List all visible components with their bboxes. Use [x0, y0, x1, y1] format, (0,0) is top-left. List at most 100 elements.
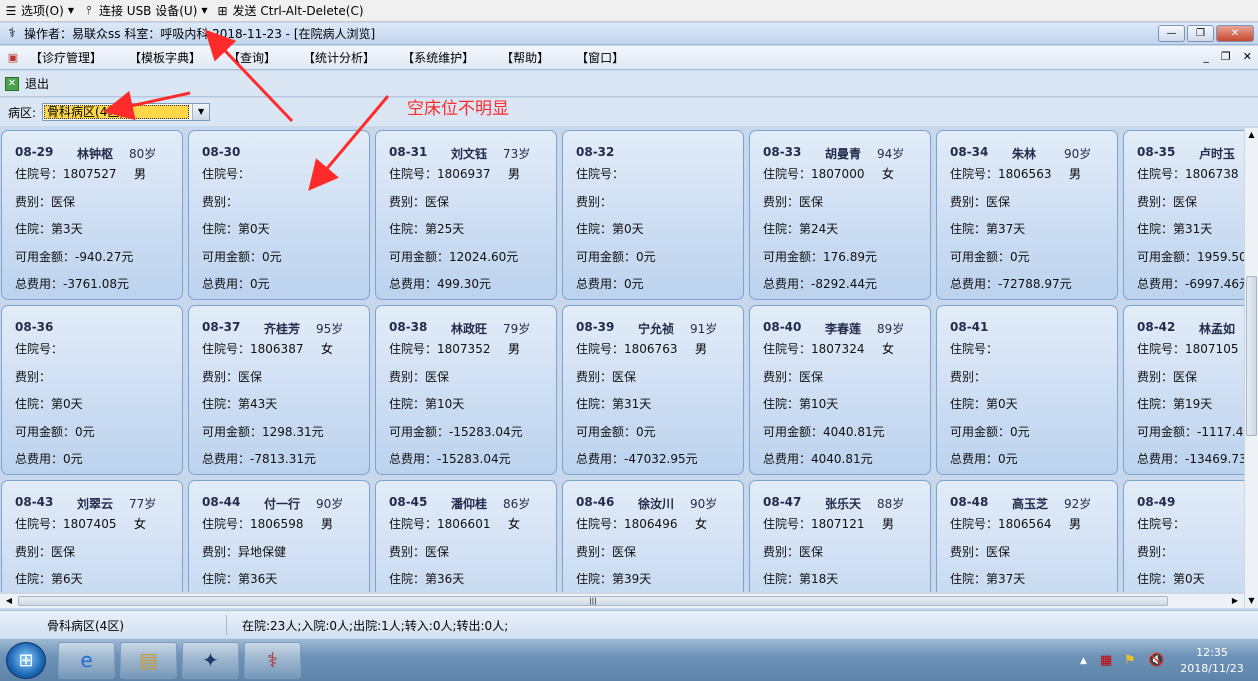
- menu-help[interactable]: 【帮助】: [501, 49, 549, 66]
- flag-warning-icon[interactable]: ⚑: [1124, 653, 1136, 668]
- bed-card[interactable]: 08-45 潘仰桂 86岁 住院号：1806601 女 费别：医保 住院：第36…: [375, 480, 557, 592]
- bed-card[interactable]: 08-39 宁允祯 91岁 住院号：1806763 男 费别：医保 住院：第31…: [562, 305, 744, 475]
- ie-icon[interactable]: e: [58, 642, 115, 679]
- menu-window[interactable]: 【窗口】: [576, 49, 624, 66]
- scroll-up-icon[interactable]: ▲: [1245, 128, 1258, 142]
- volume-muted-icon[interactable]: 🔇: [1148, 653, 1164, 668]
- patient-age: 86岁: [503, 497, 531, 511]
- total-cost-field: 总费用：0元: [15, 450, 83, 467]
- bed-card[interactable]: 08-46 徐汝川 90岁 住院号：1806496 女 费别：医保 住院：第39…: [562, 480, 744, 592]
- patient-sex: 男: [1069, 517, 1082, 531]
- total-cost-label: 总费用：: [202, 277, 251, 291]
- bed-card[interactable]: 08-42 林孟如 住院号：1807105 费别：医保 住院：第19天 可用金额…: [1123, 305, 1244, 475]
- horizontal-scroll-thumb[interactable]: |||: [18, 596, 1168, 606]
- stay-days-value: 第37天: [986, 572, 1026, 586]
- mdi-minimize-button[interactable]: _: [1203, 50, 1209, 63]
- menu-maintenance[interactable]: 【系统维护】: [402, 49, 474, 66]
- fee-type-label: 费别：: [202, 195, 239, 209]
- bed-card-header: 08-32: [576, 145, 733, 161]
- usb-menu[interactable]: ⫯ 连接 USB 设备(U) ▼: [78, 0, 212, 22]
- windows-start-icon[interactable]: ⊞: [6, 642, 46, 679]
- bed-card[interactable]: 08-37 齐桂芳 95岁 住院号：1806387 女 费别：医保 住院：第43…: [188, 305, 370, 475]
- inpatient-no-value: 1806763: [624, 342, 678, 356]
- stay-label: 住院：: [576, 572, 613, 586]
- bed-card[interactable]: 08-36 住院号： 费别： 住院：第0天 可用金额：0元 总费用：0元: [1, 305, 183, 475]
- total-cost-value: 4040.81元: [811, 452, 873, 466]
- bed-card[interactable]: 08-38 林政旺 79岁 住院号：1807352 男 费别：医保 住院：第10…: [375, 305, 557, 475]
- doctor-app-icon[interactable]: ⚕: [244, 642, 301, 679]
- inpatient-no-value: 1807405: [63, 517, 117, 531]
- close-button[interactable]: ✕: [1216, 25, 1254, 42]
- bed-card[interactable]: 08-33 胡曼青 94岁 住院号：1807000 女 费别：医保 住院：第24…: [749, 130, 931, 300]
- total-cost-label: 总费用：: [389, 277, 438, 291]
- clock[interactable]: 12:35 2018/11/23: [1168, 645, 1256, 677]
- menu-statistics[interactable]: 【统计分析】: [303, 49, 375, 66]
- bed-card[interactable]: 08-47 张乐天 88岁 住院号：1807121 男 费别：医保 住院：第18…: [749, 480, 931, 592]
- options-menu[interactable]: ☰ 选项(O) ▼: [0, 0, 78, 22]
- inpatient-no-field: 住院号：1807121: [763, 515, 864, 532]
- inpatient-no-field: 住院号：: [950, 340, 998, 357]
- total-cost-field: 总费用：-13469.73元: [1137, 450, 1244, 467]
- scroll-right-icon[interactable]: ▶: [1228, 594, 1242, 608]
- fee-type-field: 费别：医保: [389, 193, 449, 210]
- exit-button[interactable]: 退出: [25, 75, 49, 92]
- scroll-left-icon[interactable]: ◀: [2, 594, 16, 608]
- inpatient-no-label: 住院号：: [950, 517, 999, 531]
- menu-templates[interactable]: 【模板字典】: [129, 49, 201, 66]
- ward-filter-bar: 病区: 骨科病区(4区) ▼: [0, 98, 1258, 126]
- network-warning-icon[interactable]: ▦: [1100, 653, 1112, 668]
- available-amount-label: 可用金额：: [1137, 425, 1198, 439]
- bed-card[interactable]: 08-43 刘翠云 77岁 住院号：1807405 女 费别：医保 住院：第6天…: [1, 480, 183, 592]
- total-cost-value: 0元: [998, 452, 1018, 466]
- menu-diagnosis[interactable]: 【诊疗管理】: [30, 49, 102, 66]
- bed-card-header: 08-42 林孟如: [1137, 320, 1244, 336]
- compass-app-icon[interactable]: ✦: [182, 642, 239, 679]
- stay-days-value: 第18天: [799, 572, 839, 586]
- horizontal-scrollbar[interactable]: ◀ ||| ▶: [0, 593, 1244, 608]
- inpatient-no-label: 住院号：: [202, 517, 251, 531]
- vertical-scrollbar[interactable]: ▲ ▼: [1244, 128, 1258, 608]
- minimize-button[interactable]: —: [1158, 25, 1185, 42]
- bed-card[interactable]: 08-29 林钟枢 80岁 住院号：1807527 男 费别：医保 住院：第3天…: [1, 130, 183, 300]
- stay-label: 住院：: [950, 572, 987, 586]
- ward-select[interactable]: 骨科病区(4区) ▼: [42, 103, 211, 121]
- show-hidden-icon[interactable]: ▲: [1080, 656, 1087, 666]
- available-amount-value: 4040.81元: [823, 425, 885, 439]
- bed-card[interactable]: 08-30 住院号： 费别： 住院：第0天 可用金额：0元 总费用：0元: [188, 130, 370, 300]
- bed-number: 08-36: [15, 320, 54, 334]
- bed-card[interactable]: 08-41 住院号： 费别： 住院：第0天 可用金额：0元 总费用：0元: [936, 305, 1118, 475]
- stay-days-value: 第0天: [238, 222, 270, 236]
- bed-card[interactable]: 08-31 刘文钰 73岁 住院号：1806937 男 费别：医保 住院：第25…: [375, 130, 557, 300]
- chevron-down-icon[interactable]: ▼: [192, 104, 210, 120]
- close-box-icon[interactable]: ✕: [5, 76, 19, 91]
- vertical-scroll-thumb[interactable]: [1246, 276, 1257, 436]
- bed-number: 08-43: [15, 495, 54, 509]
- stay-label: 住院：: [1137, 397, 1174, 411]
- bed-card[interactable]: 08-48 高玉芝 92岁 住院号：1806564 男 费别：医保 住院：第37…: [936, 480, 1118, 592]
- app-menu-icon[interactable]: ▣: [6, 51, 20, 65]
- fee-type-field: 费别：: [950, 368, 986, 385]
- fee-type-field: 费别：: [15, 368, 51, 385]
- restore-button[interactable]: ❐: [1187, 25, 1214, 42]
- mdi-close-button[interactable]: ✕: [1243, 50, 1252, 63]
- inpatient-no-label: 住院号：: [389, 517, 438, 531]
- stay-field: 住院：第0天: [1137, 570, 1205, 587]
- menu-query[interactable]: 【查询】: [228, 49, 276, 66]
- bed-card-header: 08-40 李春莲 89岁: [763, 320, 920, 336]
- bed-card[interactable]: 08-40 李春莲 89岁 住院号：1807324 女 费别：医保 住院：第10…: [749, 305, 931, 475]
- available-amount-field: 可用金额：1298.31元: [202, 423, 324, 440]
- send-cad-button[interactable]: ⊞ 发送 Ctrl-Alt-Delete(C): [212, 0, 368, 22]
- inpatient-no-value: 1806738: [1185, 167, 1239, 181]
- fee-type-value: 医保: [799, 545, 824, 559]
- bed-card[interactable]: 08-32 住院号： 费别： 住院：第0天 可用金额：0元 总费用：0元: [562, 130, 744, 300]
- mdi-restore-button[interactable]: ❐: [1221, 50, 1231, 63]
- explorer-folder-icon[interactable]: ▤: [120, 642, 177, 679]
- bed-card[interactable]: 08-49 住院号： 费别： 住院：第0天 可用金额： 总费用：: [1123, 480, 1244, 592]
- bed-card[interactable]: 08-35 卢时玉 住院号：1806738 费别：医保 住院：第31天 可用金额…: [1123, 130, 1244, 300]
- bed-card[interactable]: 08-34 朱林 90岁 住院号：1806563 男 费别：医保 住院：第37天…: [936, 130, 1118, 300]
- available-amount-value: 0元: [636, 250, 656, 264]
- scroll-down-icon[interactable]: ▼: [1245, 594, 1258, 608]
- bed-card[interactable]: 08-44 付一行 90岁 住院号：1806598 男 费别：异地保健 住院：第…: [188, 480, 370, 592]
- inpatient-no-label: 住院号：: [950, 167, 999, 181]
- stay-days-value: 第37天: [986, 222, 1026, 236]
